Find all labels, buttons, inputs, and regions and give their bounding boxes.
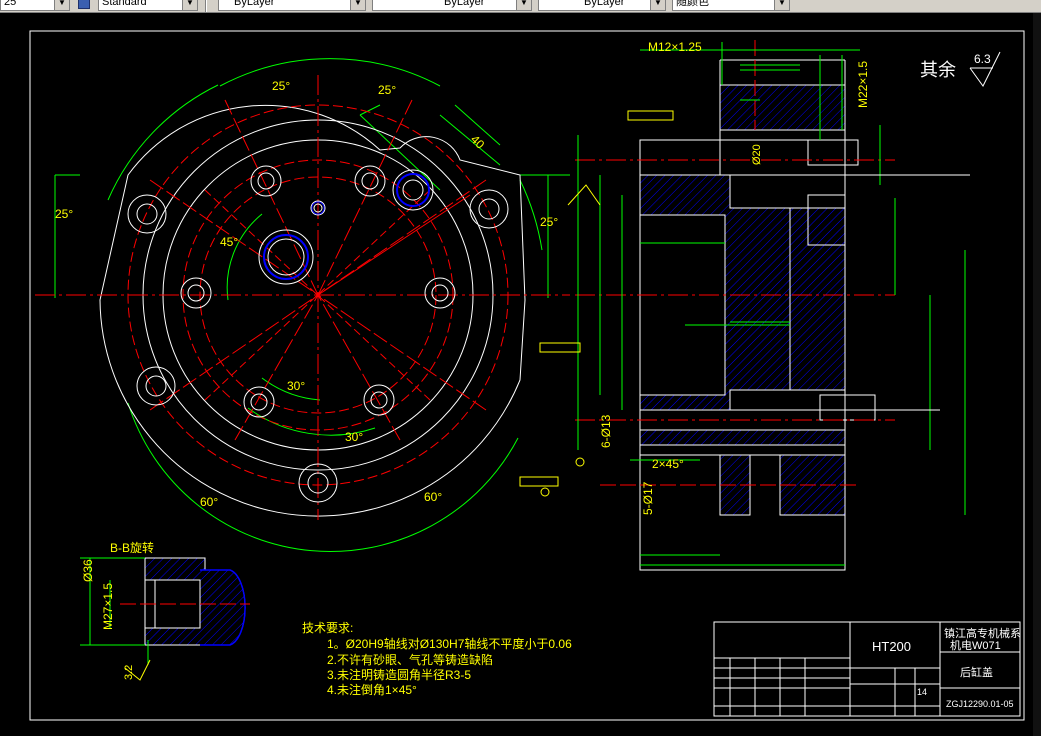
dim-label: M22×1.5 [856,61,870,108]
toolbar-separator [205,0,207,12]
plotstyle-combo-value: 随颜色 [676,0,709,8]
title-class: 机电W071 [950,638,1001,652]
angle-label: 30° [287,379,305,393]
note-item: 4.未注倒角1×45° [327,682,417,697]
angle-label: 25° [272,79,290,93]
lineweight-combo-value: ByLayer [584,0,625,8]
angle-label: 60° [200,495,218,509]
section-view: M12×1.25 M22×1.5 Ø20 6-Ø13 5-Ø17 2×45° [519,40,970,571]
lineweight-combo[interactable]: ByLayer ▼ [538,0,666,11]
technical-notes: 技术要求: 1。Ø20H9轴线对Ø130H7轴线不平度小于0.06 2.不许有砂… [302,621,572,697]
note-item: 3.未注明铸造圆角半径R3-5 [327,667,471,682]
note-item: 1。Ø20H9轴线对Ø130H7轴线不平度小于0.06 [327,636,572,651]
dimstyle-combo[interactable]: 25 ▼ [0,0,70,11]
textstyle-combo-value: Standard [102,0,147,8]
linetype-combo[interactable]: ByLayer ▼ [372,0,532,11]
dim-label: Ø20 [751,144,763,165]
angle-label: 45° [220,235,238,249]
title-drawing-number: ZGJ12290.01-05 [946,699,1014,709]
surface-finish-symbol: 其余 6.3 [920,51,1001,87]
chevron-down-icon[interactable]: ▼ [182,0,197,10]
dim-label: Ø36 [81,559,95,582]
vertical-scrollbar[interactable] [1033,13,1041,736]
textstyle-combo[interactable]: Standard ▼ [98,0,198,11]
chevron-down-icon[interactable]: ▼ [650,0,665,10]
angle-label: 60° [424,490,442,504]
dim-label: 5-Ø17 [641,481,655,515]
angle-label: 25° [540,215,558,229]
title-scale: 14 [917,687,927,697]
title-school: 镇江高专机械系 [944,626,1021,640]
dim-label: 2×45° [652,457,684,471]
chevron-down-icon[interactable]: ▼ [774,0,789,10]
dim-label: 3.2 [123,665,135,680]
surface-finish-value: 6.3 [974,52,991,66]
chevron-down-icon[interactable]: ▼ [350,0,365,10]
surface-finish-label: 其余 [920,60,956,80]
bb-section: B-B旋转 Ø36 M27×1.5 3.2 [80,540,250,681]
plotstyle-combo[interactable]: 随颜色 ▼ [672,0,790,11]
dim-label: 6-Ø13 [599,414,613,448]
angle-label: 25° [378,83,396,97]
angle-label: 30° [345,430,363,444]
linetype-combo-value: ByLayer [444,0,485,8]
chevron-down-icon[interactable]: ▼ [516,0,531,10]
note-item: 2.不许有砂眼、气孔等铸造缺陷 [327,652,493,667]
dim-label: M12×1.25 [648,40,702,54]
title-material: HT200 [872,639,911,654]
textstyle-icon[interactable] [78,0,90,9]
section-label: B-B旋转 [110,540,154,555]
color-combo[interactable]: ByLayer ▼ [218,0,366,11]
color-combo-value: ByLayer [234,0,275,8]
title-block: HT200 镇江高专机械系 机电W071 后缸盖 ZGJ12290.01-05 … [713,621,1021,717]
dimstyle-combo-value: 25 [4,0,17,8]
notes-title: 技术要求: [302,621,353,635]
title-part-name: 后缸盖 [960,665,993,679]
front-view: 25° 25° 25° 25° 45° 30° 30° 60° 60° 40 [35,58,570,552]
properties-toolbar: 25 ▼ Standard ▼ ByLayer ▼ ByLayer ▼ ByLa… [0,0,1041,13]
dim-label: 40 [468,132,488,152]
angle-label: 25° [55,207,73,221]
drawing-canvas[interactable]: 25° 25° 25° 25° 45° 30° 30° 60° 60° 40 M… [0,13,1041,736]
chevron-down-icon[interactable]: ▼ [54,0,69,10]
dim-label: M27×1.5 [101,583,115,630]
